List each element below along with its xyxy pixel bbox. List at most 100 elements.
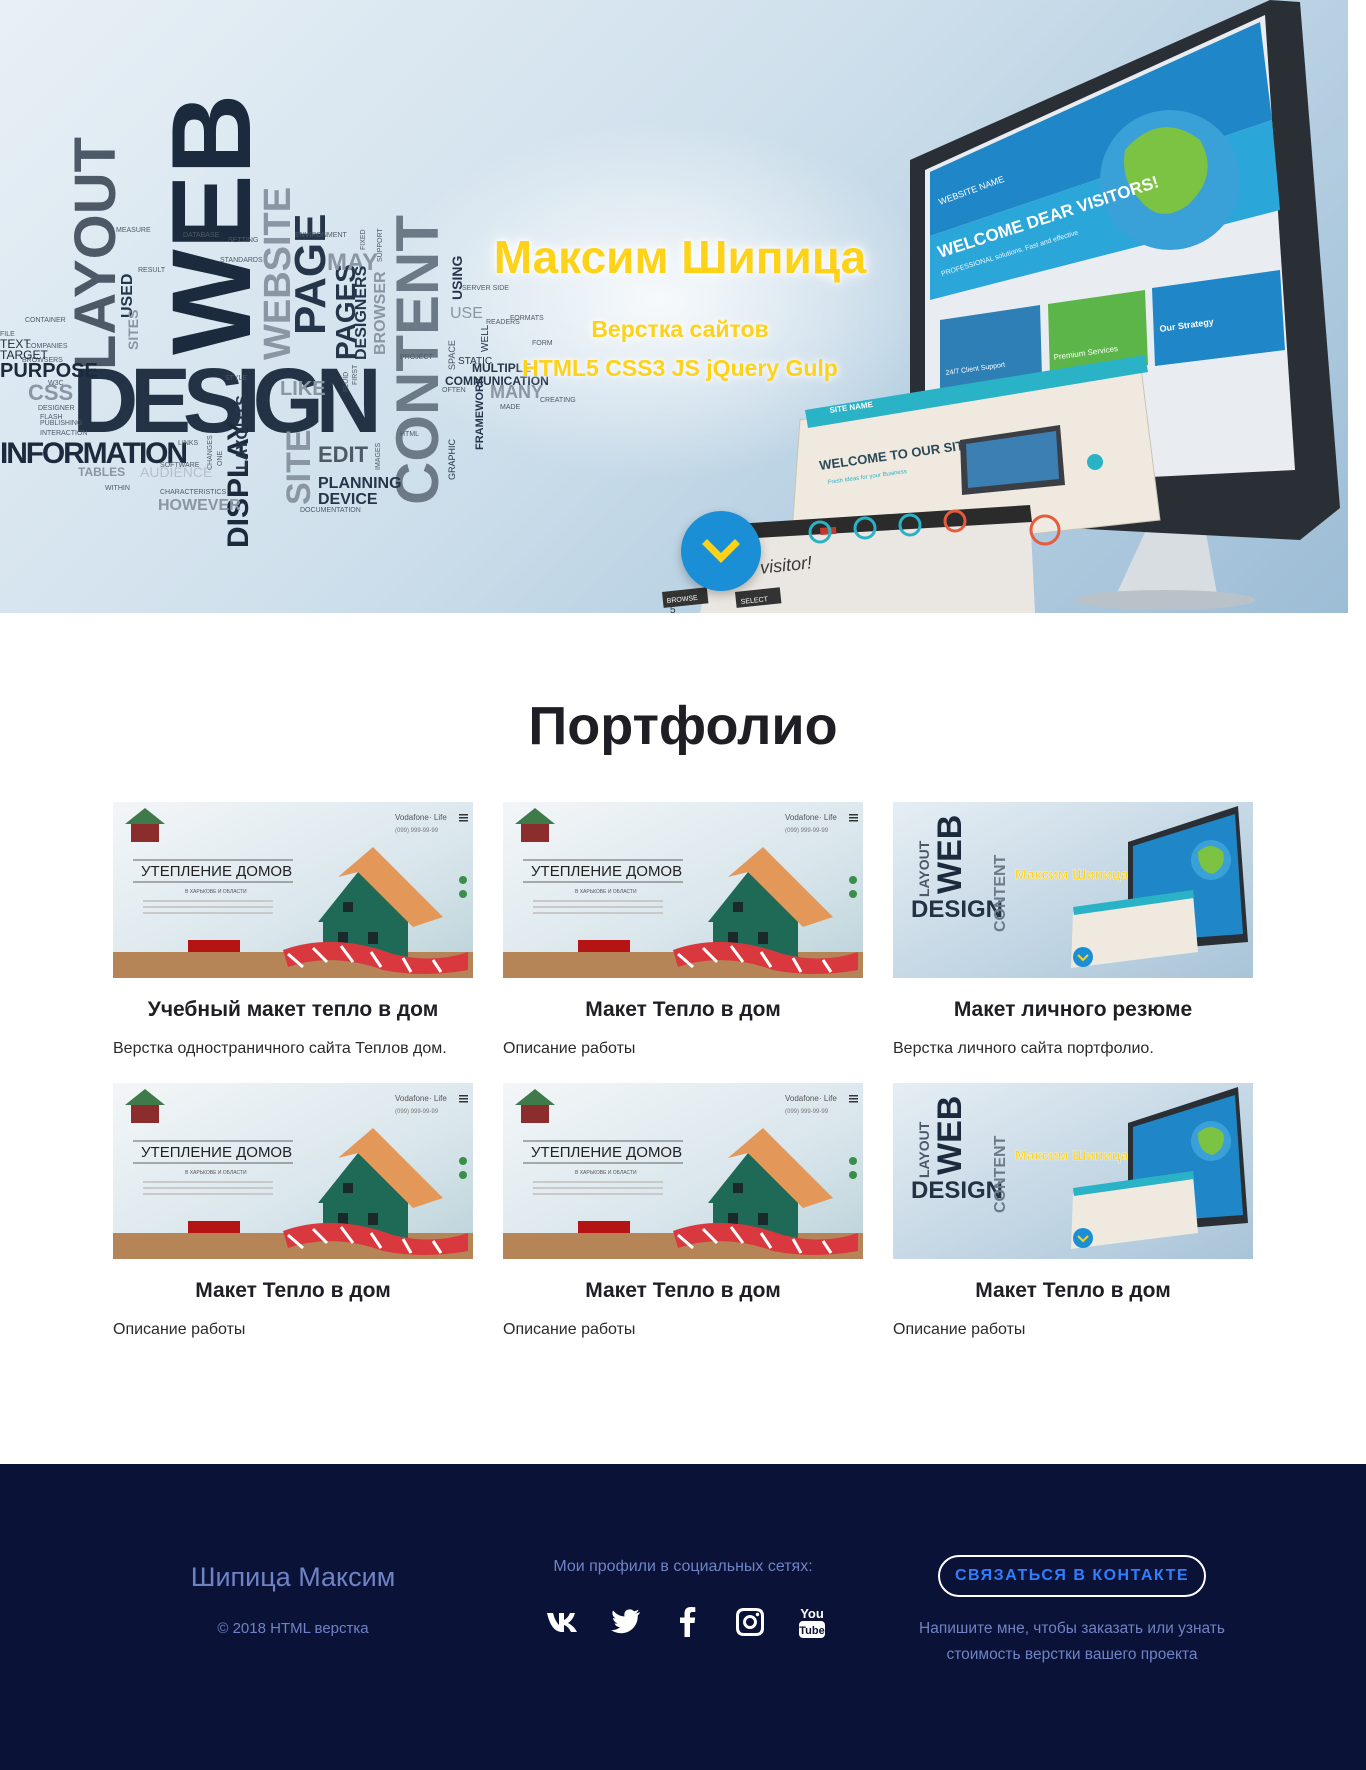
thumb-web-text: WEB bbox=[931, 815, 969, 894]
thumb-content-text: CONTENT bbox=[992, 1135, 1009, 1213]
svg-text:EDIT: EDIT bbox=[318, 442, 369, 467]
youtube-link[interactable]: You Tube bbox=[781, 1598, 843, 1646]
footer-copyright: © 2018 HTML верстка bbox=[217, 1620, 369, 1637]
portfolio-card-thumbnail[interactable]: Vodafone (099) 999-99-99 УТЕПЛЕНИЕ ДОМОВ… bbox=[503, 1083, 863, 1259]
svg-text:CREATING: CREATING bbox=[540, 397, 576, 404]
thumb-operator-suffix: · Life bbox=[819, 813, 837, 822]
thumb-title-text: Максим Шипица bbox=[1015, 866, 1129, 882]
vk-link[interactable] bbox=[533, 1598, 595, 1646]
thumb-design-text: DESIGN bbox=[911, 1177, 1003, 1204]
twitter-link[interactable] bbox=[595, 1598, 657, 1646]
svg-text:SITES: SITES bbox=[125, 310, 141, 350]
thumb-operator-suffix: · Life bbox=[429, 1094, 447, 1103]
scroll-down-button[interactable] bbox=[681, 511, 761, 591]
svg-text:You: You bbox=[800, 1606, 824, 1621]
thumb-phone-text: (099) 999-99-99 bbox=[395, 828, 439, 834]
hamburger-icon bbox=[849, 1095, 858, 1103]
portfolio-card-description: Верстка одностраничного сайта Теплов дом… bbox=[113, 1040, 447, 1057]
svg-text:ONE: ONE bbox=[217, 451, 224, 467]
portfolio-card-title: Макет Тепло в дом bbox=[585, 1279, 781, 1302]
svg-text:FIXED: FIXED bbox=[360, 229, 367, 250]
svg-text:MADE: MADE bbox=[500, 404, 521, 411]
svg-text:SERVER SIDE: SERVER SIDE bbox=[462, 285, 509, 292]
thumb-subheading-text: В ХАРЬКОВЕ И ОБЛАСТИ bbox=[185, 889, 247, 895]
svg-text:Tube: Tube bbox=[799, 1625, 824, 1637]
thumb-operator-suffix: · Life bbox=[429, 813, 447, 822]
portfolio-card-thumbnail[interactable]: WEB DESIGN LAYOUT CONTENT Максим Шипица bbox=[893, 802, 1253, 978]
svg-text:CONTAINER: CONTAINER bbox=[25, 317, 66, 324]
word-site: SITE bbox=[280, 429, 318, 505]
hero-subtitle-services: Верстка сайтов bbox=[591, 316, 769, 342]
instagram-link[interactable] bbox=[719, 1598, 781, 1646]
thumb-subheading-text: В ХАРЬКОВЕ И ОБЛАСТИ bbox=[575, 1170, 637, 1176]
hamburger-icon bbox=[459, 814, 468, 822]
thumb-operator-text: Vodafone bbox=[395, 1094, 429, 1103]
svg-text:FIRST: FIRST bbox=[352, 364, 359, 385]
svg-text:AUDIENCE: AUDIENCE bbox=[140, 464, 212, 480]
svg-text:ENVIRONMENT: ENVIRONMENT bbox=[295, 232, 347, 239]
portfolio-card[interactable]: Vodafone (099) 999-99-99 УТЕПЛЕНИЕ ДОМОВ… bbox=[113, 1083, 473, 1339]
portfolio-card[interactable]: WEB DESIGN LAYOUT CONTENT Максим Шипица … bbox=[893, 1083, 1253, 1339]
thumb-heading-text: УТЕПЛЕНИЕ ДОМОВ bbox=[531, 863, 682, 880]
portfolio-card-description: Описание работы bbox=[893, 1321, 1026, 1338]
thumb-heading-text: УТЕПЛЕНИЕ ДОМОВ bbox=[531, 1144, 682, 1161]
portfolio-card-thumbnail[interactable]: Vodafone (099) 999-99-99 УТЕПЛЕНИЕ ДОМОВ… bbox=[113, 1083, 473, 1259]
thumb-design-text: DESIGN bbox=[911, 896, 1003, 923]
thumb-layout-text: LAYOUT bbox=[916, 840, 932, 897]
hero-subtitle-tech: HTML5 CSS3 JS jQuery Gulp bbox=[522, 355, 838, 381]
svg-text:HOWEVER: HOWEVER bbox=[158, 497, 241, 514]
svg-text:MANY: MANY bbox=[490, 382, 543, 402]
thumb-operator-text: Vodafone bbox=[395, 813, 429, 822]
footer-author-name: Шипица Максим bbox=[190, 1562, 396, 1592]
portfolio-title: Портфолио bbox=[528, 696, 838, 756]
portfolio-card-thumbnail[interactable]: WEB DESIGN LAYOUT CONTENT Максим Шипица bbox=[893, 1083, 1253, 1259]
resume-site-preview: WEB DESIGN LAYOUT CONTENT Максим Шипица bbox=[893, 1083, 1253, 1259]
portfolio-card-thumbnail[interactable]: Vodafone (099) 999-99-99 УТЕПЛЕНИЕ ДОМОВ… bbox=[113, 802, 473, 978]
svg-text:HTML: HTML bbox=[400, 431, 419, 438]
svg-text:DEVICE: DEVICE bbox=[318, 491, 378, 508]
thumb-heading-text: УТЕПЛЕНИЕ ДОМОВ bbox=[141, 863, 292, 880]
house-insulation-site-preview: Vodafone (099) 999-99-99 УТЕПЛЕНИЕ ДОМОВ… bbox=[503, 1083, 863, 1259]
portfolio-card[interactable]: Vodafone (099) 999-99-99 УТЕПЛЕНИЕ ДОМОВ… bbox=[113, 802, 473, 1058]
social-links: You Tube bbox=[533, 1598, 843, 1646]
portfolio-card-thumbnail[interactable]: Vodafone (099) 999-99-99 УТЕПЛЕНИЕ ДОМОВ… bbox=[503, 802, 863, 978]
hero-title: Максим Шипица bbox=[493, 231, 867, 283]
portfolio-card[interactable]: Vodafone (099) 999-99-99 УТЕПЛЕНИЕ ДОМОВ… bbox=[503, 802, 863, 1058]
svg-text:PLANNING: PLANNING bbox=[318, 475, 402, 492]
thumb-heading-text: УТЕПЛЕНИЕ ДОМОВ bbox=[141, 1144, 292, 1161]
portfolio-card[interactable]: Vodafone (099) 999-99-99 УТЕПЛЕНИЕ ДОМОВ… bbox=[503, 1083, 863, 1339]
svg-text:IMAGES: IMAGES bbox=[375, 442, 382, 470]
thumb-phone-text: (099) 999-99-99 bbox=[395, 1109, 439, 1115]
hamburger-icon bbox=[459, 1095, 468, 1103]
svg-text:STANDARDS: STANDARDS bbox=[220, 257, 263, 264]
thumb-operator-suffix: · Life bbox=[819, 1094, 837, 1103]
svg-text:W3C: W3C bbox=[48, 380, 64, 387]
svg-text:SUPPORT: SUPPORT bbox=[377, 228, 384, 262]
vk-icon bbox=[547, 1613, 577, 1632]
word-web: WEB bbox=[149, 94, 274, 355]
portfolio-card-description: Описание работы bbox=[503, 1321, 636, 1338]
portfolio-card-title: Учебный макет тепло в дом bbox=[147, 998, 439, 1021]
svg-text:FILE: FILE bbox=[0, 331, 15, 338]
hamburger-icon bbox=[849, 814, 858, 822]
portfolio-card-description: Верстка личного сайта портфолио. bbox=[893, 1040, 1154, 1057]
svg-text:PROJECT: PROJECT bbox=[400, 354, 433, 361]
house-insulation-site-preview: Vodafone (099) 999-99-99 УТЕПЛЕНИЕ ДОМОВ… bbox=[113, 802, 473, 978]
portfolio-card-title: Макет Тепло в дом bbox=[585, 998, 781, 1021]
portfolio-card[interactable]: WEB DESIGN LAYOUT CONTENT Максим Шипица … bbox=[893, 802, 1253, 1058]
portfolio-card-title: Макет личного резюме bbox=[953, 998, 1193, 1021]
svg-text:BROWSER: BROWSER bbox=[372, 271, 389, 355]
svg-text:FRAMEWORK: FRAMEWORK bbox=[474, 376, 486, 450]
contact-vk-button[interactable]: СВЯЗАТЬСЯ В КОНТАКТЕ bbox=[938, 1555, 1206, 1597]
svg-text:FLASH: FLASH bbox=[40, 414, 63, 421]
svg-text:SETTING: SETTING bbox=[228, 237, 258, 244]
svg-text:GRAPHIC: GRAPHIC bbox=[447, 438, 457, 480]
svg-text:DESIGNER: DESIGNER bbox=[38, 405, 75, 412]
svg-text:WITHIN: WITHIN bbox=[105, 485, 130, 492]
portfolio-card-description: Описание работы bbox=[113, 1321, 246, 1338]
house-insulation-site-preview: Vodafone (099) 999-99-99 УТЕПЛЕНИЕ ДОМОВ… bbox=[113, 1083, 473, 1259]
facebook-link[interactable] bbox=[657, 1598, 719, 1646]
thumb-phone-text: (099) 999-99-99 bbox=[785, 1109, 829, 1115]
svg-text:DATABASE: DATABASE bbox=[183, 232, 220, 239]
thumb-title-text: Максим Шипица bbox=[1015, 1147, 1129, 1163]
